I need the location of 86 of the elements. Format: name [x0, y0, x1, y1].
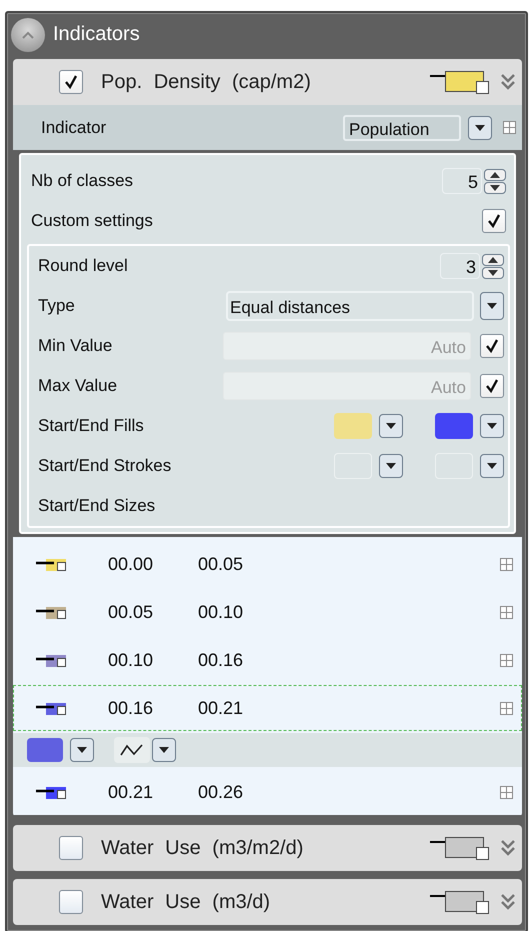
dropdown-button[interactable]	[379, 454, 403, 478]
class-row[interactable]: 00.00 00.05	[13, 541, 522, 587]
double-chevron-icon	[500, 73, 516, 91]
down-arrow-icon	[482, 266, 504, 278]
checkbox[interactable]	[482, 209, 506, 233]
checkbox[interactable]	[59, 70, 83, 94]
color-swatch[interactable]	[435, 413, 473, 439]
checkbox[interactable]	[480, 374, 504, 398]
grid-icon	[500, 702, 513, 714]
field-label: Max Value	[38, 376, 118, 396]
type-select[interactable]: Equal distances	[226, 291, 474, 321]
indicator-name: Water Use (m3/d)	[101, 890, 270, 914]
class-max: 00.05	[198, 554, 244, 574]
indicator-header[interactable]: Water Use (m3/d)	[13, 879, 522, 925]
double-chevron-icon	[500, 893, 516, 911]
field-label: Type	[38, 296, 75, 316]
check-icon	[484, 378, 500, 394]
chevron-up-icon	[22, 30, 34, 38]
panel-title: Indicators	[53, 23, 140, 46]
class-max: 00.21	[198, 698, 244, 718]
check-icon	[484, 338, 500, 354]
check-icon	[63, 74, 79, 90]
line-style-button[interactable]	[114, 737, 150, 763]
field-label: Min Value	[38, 336, 112, 356]
checkbox[interactable]	[59, 836, 83, 860]
field-label: Nb of classes	[31, 171, 134, 191]
dropdown-button[interactable]	[152, 738, 176, 762]
spinner-buttons[interactable]	[484, 168, 506, 194]
field-label: Indicator	[41, 118, 106, 138]
caret-icon	[386, 423, 396, 429]
field-label: Start/End Strokes	[38, 456, 172, 476]
indicator-name: Pop. Density (cap/m2)	[101, 70, 311, 94]
caret-icon	[487, 303, 497, 309]
field-label: Round level	[38, 256, 128, 276]
double-chevron-icon	[500, 839, 516, 857]
grid-icon	[500, 654, 513, 666]
field-label: Custom settings	[31, 211, 153, 231]
caret-icon	[159, 747, 169, 753]
indicator-select[interactable]: Population	[343, 114, 461, 140]
caret-icon	[487, 463, 497, 469]
class-row[interactable]: 00.05 00.10	[13, 589, 522, 635]
dropdown-button[interactable]	[480, 414, 504, 438]
class-min: 00.21	[108, 782, 154, 802]
grid-icon	[503, 121, 516, 134]
class-row[interactable]: 00.16 00.21	[13, 685, 522, 731]
number-field[interactable]: 5	[442, 168, 482, 194]
down-arrow-icon	[484, 182, 506, 194]
collapse-button[interactable]	[11, 18, 45, 52]
class-max: 00.16	[198, 650, 244, 670]
grid-icon	[500, 786, 513, 798]
indicator-header[interactable]: Pop. Density (cap/m2)	[13, 59, 522, 105]
checkbox[interactable]	[480, 334, 504, 358]
class-row[interactable]: 00.21 00.26	[13, 769, 522, 815]
dropdown-button[interactable]	[480, 454, 504, 478]
class-max: 00.26	[198, 782, 244, 802]
caret-icon	[487, 423, 497, 429]
grid-icon	[500, 558, 513, 570]
checkbox[interactable]	[59, 890, 83, 914]
dropdown-button[interactable]	[379, 414, 403, 438]
dropdown-button[interactable]	[468, 116, 492, 140]
spinner-buttons[interactable]	[482, 254, 504, 278]
value-field: Auto	[223, 372, 471, 400]
field-label: Start/End Fills	[38, 416, 144, 436]
dropdown-button[interactable]	[480, 292, 504, 320]
dropdown-button[interactable]	[70, 738, 94, 762]
caret-icon	[386, 463, 396, 469]
caret-icon	[77, 747, 87, 753]
class-row[interactable]: 00.10 00.16	[13, 637, 522, 683]
color-swatch[interactable]	[334, 413, 372, 439]
number-field[interactable]: 3	[440, 253, 480, 279]
check-icon	[486, 213, 502, 229]
field-label: Start/End Sizes	[38, 496, 156, 516]
grid-icon	[500, 606, 513, 618]
class-min: 00.05	[108, 602, 154, 622]
class-min: 00.16	[108, 698, 154, 718]
class-min: 00.10	[108, 650, 154, 670]
up-arrow-icon	[482, 254, 504, 266]
caret-icon	[475, 124, 485, 130]
zigzag-line-icon	[120, 744, 144, 756]
class-min: 00.00	[108, 554, 154, 574]
indicator-name: Water Use (m3/m2/d)	[101, 836, 304, 860]
indicator-header[interactable]: Water Use (m3/m2/d)	[13, 825, 522, 871]
up-arrow-icon	[484, 168, 506, 180]
class-max: 00.10	[198, 602, 244, 622]
value-field: Auto	[223, 332, 471, 360]
color-swatch[interactable]	[27, 738, 63, 762]
